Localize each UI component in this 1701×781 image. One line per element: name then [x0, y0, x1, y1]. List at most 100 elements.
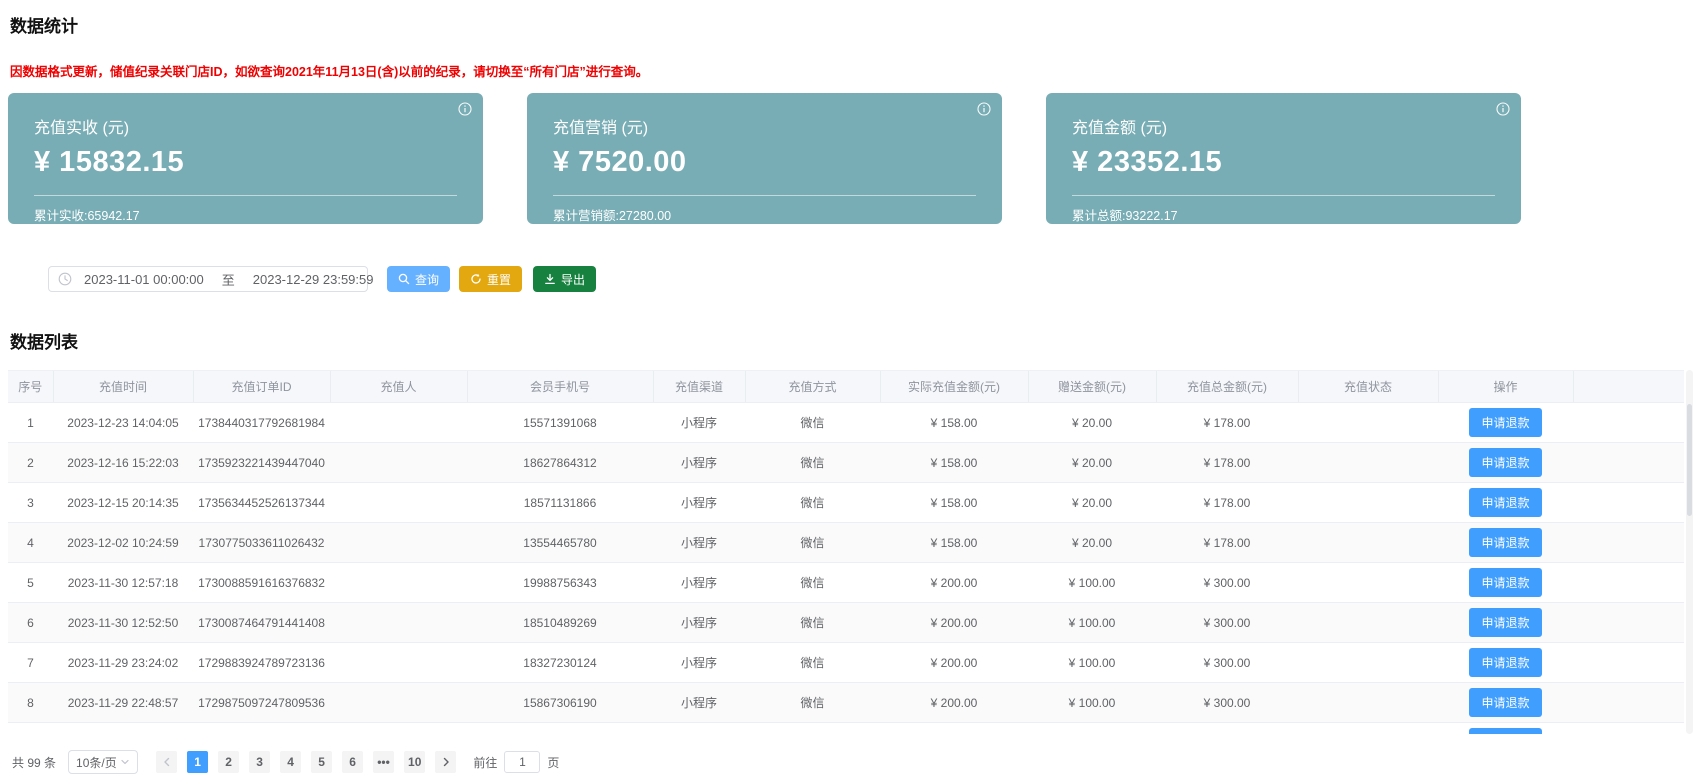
card-title: 充值实收 (元)	[34, 93, 457, 138]
refund-request-button[interactable]: 申请退款	[1469, 728, 1541, 734]
column-header: 会员手机号	[467, 371, 653, 403]
card-footer: 累计总额:93222.17	[1072, 196, 1495, 224]
cell-gutter	[1573, 563, 1684, 603]
refresh-icon	[470, 273, 482, 285]
search-button[interactable]: 查询	[387, 266, 450, 292]
cell-person	[330, 683, 467, 723]
cell-method: 微信	[745, 403, 880, 443]
cell-method: 微信	[745, 483, 880, 523]
table-row: 1 2023-12-23 14:04:05 173844031779268198…	[8, 403, 1684, 443]
cell-status	[1298, 483, 1438, 523]
page-button-3[interactable]: 3	[249, 751, 270, 773]
cell-order-id: 1730088591616376832	[193, 563, 330, 603]
column-header: 充值渠道	[653, 371, 745, 403]
card-footer: 累计实收:65942.17	[34, 196, 457, 224]
refund-request-button[interactable]: 申请退款	[1469, 488, 1541, 517]
goto-suffix: 页	[547, 754, 559, 771]
cell-status	[1298, 523, 1438, 563]
cell-channel: 小程序	[653, 643, 745, 683]
column-header: 充值总金额(元)	[1156, 371, 1298, 403]
refund-request-button[interactable]: 申请退款	[1469, 648, 1541, 677]
goto-page-input[interactable]	[504, 751, 540, 773]
cell-gutter	[1573, 723, 1684, 735]
cell-order-id	[193, 723, 330, 735]
table-row: 5 2023-11-30 12:57:18 173008859161637683…	[8, 563, 1684, 603]
cell-total: ¥ 300.00	[1156, 643, 1298, 683]
refund-request-button[interactable]: 申请退款	[1469, 448, 1541, 477]
export-button[interactable]: 导出	[533, 266, 596, 292]
cell-bonus: ¥ 100.00	[1028, 683, 1156, 723]
date-start[interactable]: 2023-11-01 00:00:00	[84, 272, 204, 287]
cell-total: ¥ 178.00	[1156, 523, 1298, 563]
cell-order-id: 1738440317792681984	[193, 403, 330, 443]
cell-phone: 19988756343	[467, 563, 653, 603]
cell-time: 2023-12-02 10:24:59	[53, 523, 193, 563]
cell-gutter	[1573, 403, 1684, 443]
cell-amount: ¥ 200.00	[880, 563, 1028, 603]
refund-request-button[interactable]: 申请退款	[1469, 528, 1541, 557]
cell-gutter	[1573, 483, 1684, 523]
cell-status	[1298, 403, 1438, 443]
cell-person	[330, 563, 467, 603]
cell-method: 微信	[745, 443, 880, 483]
page-button-6[interactable]: 6	[342, 751, 363, 773]
date-end[interactable]: 2023-12-29 23:59:59	[253, 272, 374, 287]
clock-icon	[58, 272, 72, 286]
date-range-picker[interactable]: 2023-11-01 00:00:00 至 2023-12-29 23:59:5…	[48, 266, 368, 292]
chevron-right-icon	[441, 757, 451, 767]
cell-gutter	[1573, 443, 1684, 483]
page-size-select[interactable]: 10条/页	[68, 750, 138, 774]
cell-gutter	[1573, 683, 1684, 723]
cell-status	[1298, 683, 1438, 723]
page-button-5[interactable]: 5	[311, 751, 332, 773]
column-header: 序号	[8, 371, 53, 403]
info-icon[interactable]	[977, 102, 991, 116]
cell-method: 微信	[745, 603, 880, 643]
cell-person	[330, 443, 467, 483]
column-header: 充值方式	[745, 371, 880, 403]
page-button-1[interactable]: 1	[187, 751, 208, 773]
reset-button[interactable]: 重置	[459, 266, 522, 292]
page-button-10[interactable]: 10	[404, 751, 425, 773]
info-icon[interactable]	[1496, 102, 1510, 116]
cell-time: 2023-12-15 20:14:35	[53, 483, 193, 523]
cell-gutter	[1573, 523, 1684, 563]
table-body: 1 2023-12-23 14:04:05 173844031779268198…	[8, 403, 1684, 735]
next-page-button[interactable]	[435, 751, 456, 773]
cell-order-id: 1730775033611026432	[193, 523, 330, 563]
table-scroll-area[interactable]: 序号充值时间充值订单ID充值人会员手机号充值渠道充值方式实际充值金额(元)赠送金…	[8, 370, 1692, 734]
cell-seq: 1	[8, 403, 53, 443]
goto-page: 前往 页	[473, 751, 559, 773]
cell-bonus: ¥ 20.00	[1028, 483, 1156, 523]
refund-request-button[interactable]: 申请退款	[1469, 568, 1541, 597]
vertical-scrollbar[interactable]	[1686, 370, 1693, 734]
cell-bonus: ¥ 20.00	[1028, 523, 1156, 563]
search-button-label: 查询	[415, 271, 439, 288]
page-button-2[interactable]: 2	[218, 751, 239, 773]
cell-bonus: ¥ 100.00	[1028, 603, 1156, 643]
cell-status	[1298, 603, 1438, 643]
prev-page-button[interactable]	[156, 751, 177, 773]
cell-person	[330, 403, 467, 443]
cell-amount: ¥ 158.00	[880, 443, 1028, 483]
refund-request-button[interactable]: 申请退款	[1469, 408, 1541, 437]
stat-card-actual-received: 充值实收 (元) ¥ 15832.15 累计实收:65942.17	[8, 93, 483, 224]
cell-channel: 小程序	[653, 683, 745, 723]
page-button-4[interactable]: 4	[280, 751, 301, 773]
cell-total: ¥ 178.00	[1156, 443, 1298, 483]
scrollbar-thumb[interactable]	[1687, 404, 1692, 516]
cell-time: 2023-12-16 15:22:03	[53, 443, 193, 483]
cell-total: ¥ 300.00	[1156, 563, 1298, 603]
cell-total: ¥ 300.00	[1156, 683, 1298, 723]
cell-channel	[653, 723, 745, 735]
cell-phone: 18510489269	[467, 603, 653, 643]
download-icon	[544, 273, 556, 285]
cell-channel: 小程序	[653, 483, 745, 523]
cell-amount: ¥ 158.00	[880, 523, 1028, 563]
table-row: 6 2023-11-30 12:52:50 173008746479144140…	[8, 603, 1684, 643]
refund-request-button[interactable]: 申请退款	[1469, 608, 1541, 637]
page-button-•••[interactable]: •••	[373, 751, 394, 773]
refund-request-button[interactable]: 申请退款	[1469, 688, 1541, 717]
info-icon[interactable]	[458, 102, 472, 116]
cell-channel: 小程序	[653, 443, 745, 483]
